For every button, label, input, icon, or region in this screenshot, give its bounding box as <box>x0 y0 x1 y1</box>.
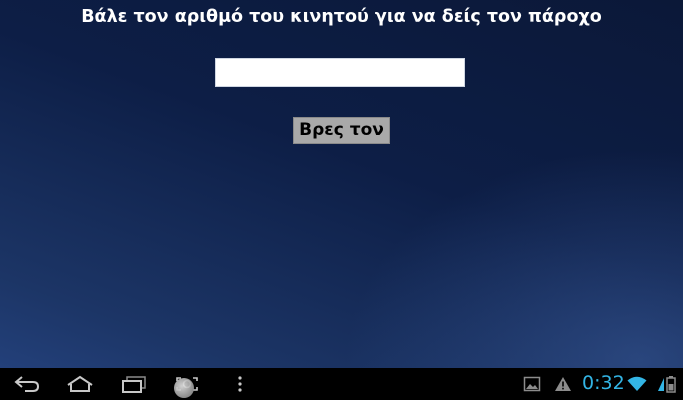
home-icon[interactable] <box>65 372 95 396</box>
system-navigation-bar: 0:32 <box>0 368 683 400</box>
gallery-notification-icon <box>517 372 547 396</box>
page-title: Βάλε τον αριθμό του κινητού για να δείς … <box>81 7 602 27</box>
app-screen: Βάλε τον αριθμό του κινητού για να δείς … <box>0 0 683 368</box>
status-time: 0:32 <box>582 372 625 394</box>
back-icon[interactable] <box>12 372 42 396</box>
recent-apps-icon[interactable] <box>119 372 149 396</box>
wifi-icon <box>622 372 652 396</box>
warning-icon <box>548 372 578 396</box>
menu-icon[interactable] <box>225 372 255 396</box>
find-provider-button[interactable]: Βρες τον <box>293 117 390 144</box>
phone-number-input[interactable] <box>215 58 465 87</box>
touch-indicator <box>174 378 194 398</box>
battery-icon <box>655 372 679 396</box>
